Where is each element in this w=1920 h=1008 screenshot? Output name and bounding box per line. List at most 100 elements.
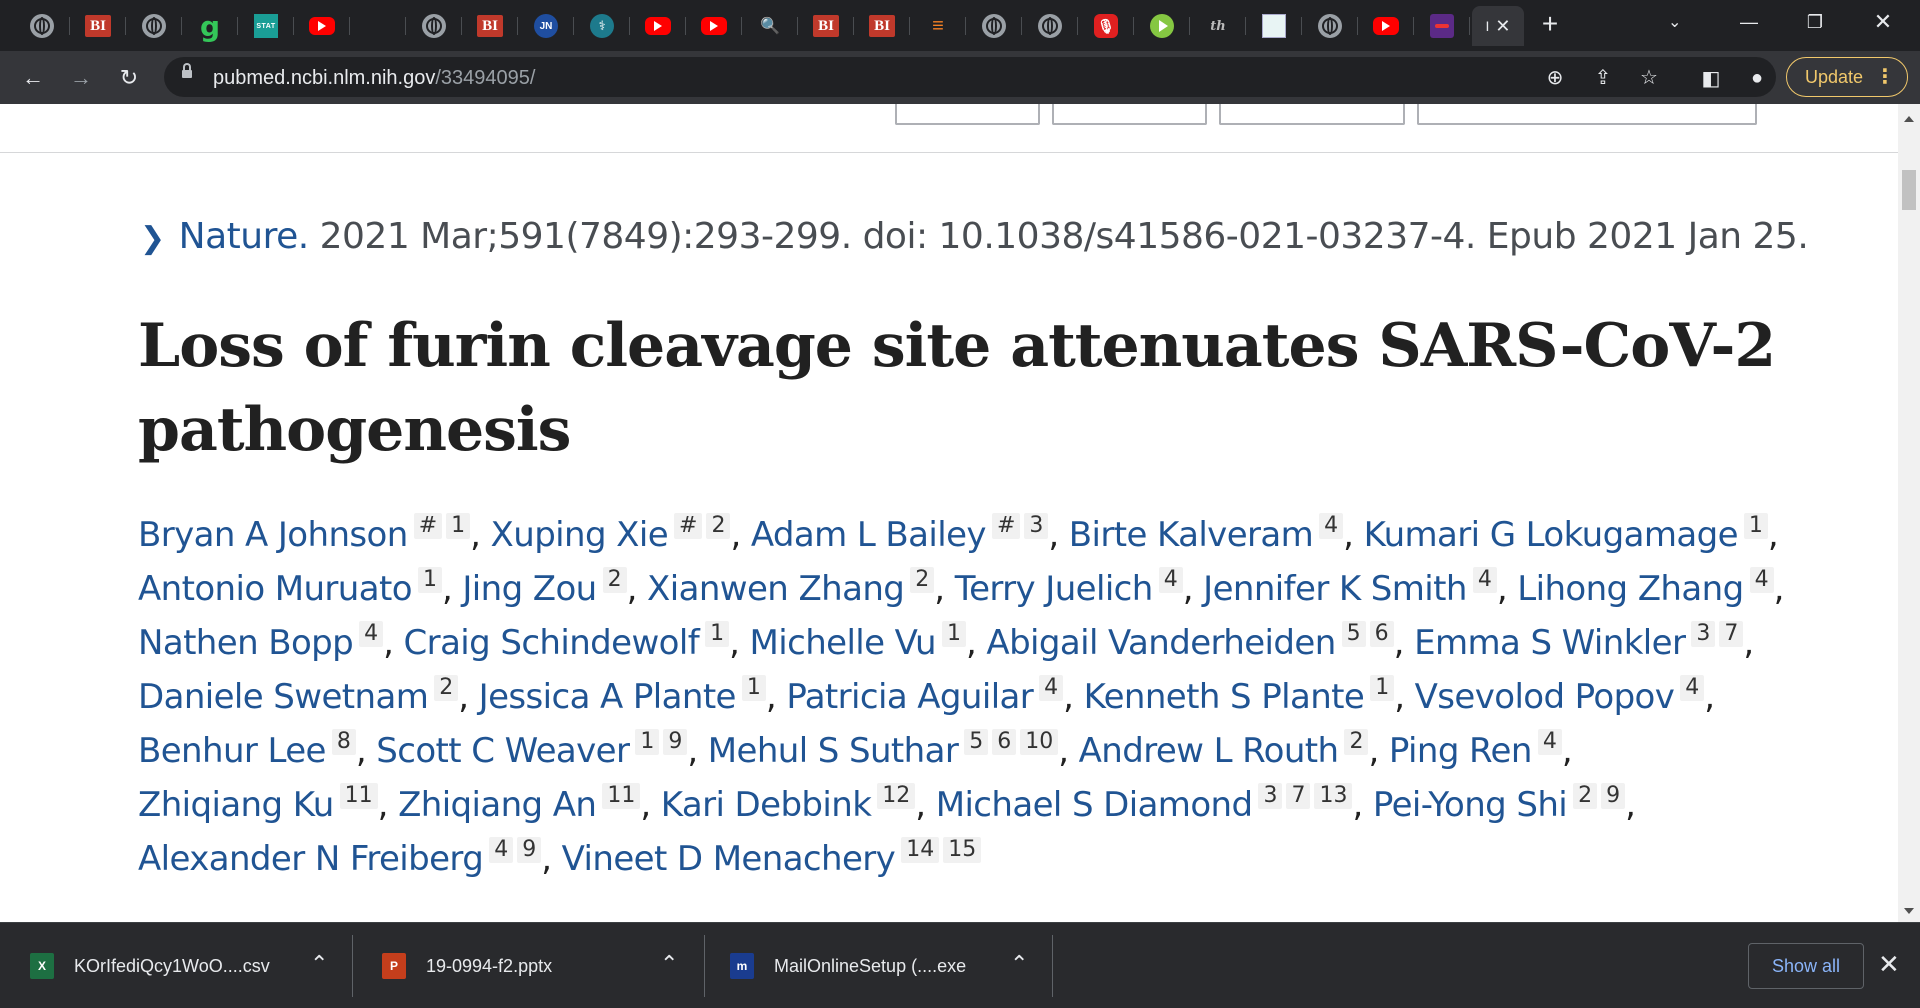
affiliation-badge[interactable]: 4	[359, 621, 384, 647]
affiliation-badge[interactable]: 15	[943, 837, 982, 863]
author-link[interactable]: Zhiqiang Ku	[138, 785, 334, 825]
author-link[interactable]: Alexander N Freiberg	[138, 839, 484, 879]
affiliation-badge[interactable]: 10	[1020, 729, 1059, 755]
page-action-button-2[interactable]	[1052, 104, 1207, 125]
author-link[interactable]: Vineet D Menachery	[562, 839, 896, 879]
browser-tab[interactable]: 🎙	[1078, 6, 1134, 46]
equal-contribution-badge[interactable]: #	[991, 513, 1021, 539]
affiliation-badge[interactable]: 1	[1370, 675, 1395, 701]
author-link[interactable]: Jessica A Plante	[479, 677, 737, 717]
browser-tab[interactable]	[350, 6, 406, 46]
affiliation-badge[interactable]: 1	[635, 729, 660, 755]
affiliation-badge[interactable]: 2	[910, 567, 935, 593]
chevron-up-icon[interactable]: ⌃	[660, 951, 678, 977]
address-bar[interactable]: pubmed.ncbi.nlm.nih.gov/33494095/ ⊕ ⇪ ☆	[164, 57, 1776, 97]
author-link[interactable]: Adam L Bailey	[751, 515, 987, 555]
browser-tab[interactable]: ≡	[910, 6, 966, 46]
profile-icon[interactable]: ●	[1740, 61, 1774, 95]
browser-tab[interactable]	[1302, 6, 1358, 46]
author-link[interactable]: Birte Kalveram	[1069, 515, 1314, 555]
browser-tab[interactable]: 🔍	[742, 6, 798, 46]
author-link[interactable]: Craig Schindewolf	[404, 623, 700, 663]
browser-tab[interactable]	[1134, 6, 1190, 46]
author-link[interactable]: Mehul S Suthar	[708, 731, 959, 771]
close-window-button[interactable]: ✕	[1850, 0, 1916, 44]
affiliation-badge[interactable]: 9	[663, 729, 688, 755]
affiliation-badge[interactable]: 2	[706, 513, 731, 539]
author-link[interactable]: Abigail Vanderheiden	[986, 623, 1336, 663]
author-link[interactable]: Kari Debbink	[661, 785, 872, 825]
author-link[interactable]: Zhiqiang An	[398, 785, 597, 825]
scroll-down-icon[interactable]	[1904, 908, 1914, 914]
scroll-up-icon[interactable]	[1904, 116, 1914, 122]
author-link[interactable]: Patricia Aguilar	[786, 677, 1033, 717]
browser-tab[interactable]	[406, 6, 462, 46]
chevron-right-icon[interactable]: ❯	[140, 221, 165, 256]
author-link[interactable]: Jing Zou	[462, 569, 597, 609]
affiliation-badge[interactable]: 2	[602, 567, 627, 593]
browser-tab[interactable]: g	[182, 6, 238, 46]
share-icon[interactable]: ⇪	[1590, 64, 1616, 90]
affiliation-badge[interactable]: 4	[1039, 675, 1064, 701]
browser-tab[interactable]	[1414, 6, 1470, 46]
author-link[interactable]: Antonio Muruato	[138, 569, 413, 609]
forward-button[interactable]: →	[64, 61, 98, 95]
chevron-up-icon[interactable]: ⌃	[1010, 951, 1028, 977]
affiliation-badge[interactable]: 12	[877, 783, 916, 809]
browser-tab[interactable]: BI	[798, 6, 854, 46]
author-link[interactable]: Xianwen Zhang	[647, 569, 905, 609]
affiliation-badge[interactable]: 3	[1258, 783, 1283, 809]
browser-tab[interactable]	[14, 6, 70, 46]
author-link[interactable]: Ping Ren	[1389, 731, 1533, 771]
new-tab-button[interactable]: +	[1535, 10, 1565, 40]
author-link[interactable]: Emma S Winkler	[1414, 623, 1686, 663]
download-item[interactable]: m MailOnlineSetup (....exe	[730, 923, 966, 1008]
affiliation-badge[interactable]: 14	[901, 837, 940, 863]
update-button[interactable]: Update ⋮	[1786, 57, 1908, 97]
affiliation-badge[interactable]: 8	[331, 729, 356, 755]
affiliation-badge[interactable]: 7	[1719, 621, 1744, 647]
browser-tab[interactable]	[1246, 6, 1302, 46]
affiliation-badge[interactable]: 9	[517, 837, 542, 863]
affiliation-badge[interactable]: 4	[489, 837, 514, 863]
affiliation-badge[interactable]: 4	[1749, 567, 1774, 593]
bookmark-star-icon[interactable]: ☆	[1636, 64, 1662, 90]
back-button[interactable]: ←	[16, 61, 50, 95]
download-item[interactable]: P 19-0994-f2.pptx	[382, 923, 552, 1008]
page-action-button-1[interactable]	[895, 104, 1040, 125]
affiliation-badge[interactable]: 4	[1158, 567, 1183, 593]
author-link[interactable]: Bryan A Johnson	[138, 515, 408, 555]
affiliation-badge[interactable]: 1	[1743, 513, 1768, 539]
author-link[interactable]: Xuping Xie	[491, 515, 669, 555]
affiliation-badge[interactable]: 6	[1369, 621, 1394, 647]
download-item[interactable]: X KOrIfediQcy1WoO....csv	[30, 923, 270, 1008]
browser-tab[interactable]: th	[1190, 6, 1246, 46]
affiliation-badge[interactable]: 1	[705, 621, 730, 647]
affiliation-badge[interactable]: 6	[992, 729, 1017, 755]
affiliation-badge[interactable]: 1	[941, 621, 966, 647]
affiliation-badge[interactable]: 9	[1601, 783, 1626, 809]
minimize-button[interactable]: —	[1716, 0, 1782, 44]
browser-tab[interactable]: STAT	[238, 6, 294, 46]
restore-button[interactable]: ❐	[1782, 0, 1848, 44]
author-link[interactable]: Terry Juelich	[955, 569, 1154, 609]
affiliation-badge[interactable]: 3	[1024, 513, 1049, 539]
active-tab[interactable]: I ✕	[1472, 6, 1524, 46]
affiliation-badge[interactable]: 5	[1341, 621, 1366, 647]
page-scrollbar[interactable]	[1898, 104, 1920, 922]
author-link[interactable]: Benhur Lee	[138, 731, 326, 771]
page-action-button-3[interactable]	[1219, 104, 1405, 125]
browser-tab[interactable]: BI	[70, 6, 126, 46]
affiliation-badge[interactable]: 2	[1573, 783, 1598, 809]
browser-tab[interactable]: BI	[462, 6, 518, 46]
browser-tab[interactable]	[294, 6, 350, 46]
journal-link[interactable]: Nature.	[179, 216, 310, 257]
reload-button[interactable]: ↻	[112, 61, 146, 95]
author-link[interactable]: Jennifer K Smith	[1203, 569, 1467, 609]
affiliation-badge[interactable]: 11	[339, 783, 378, 809]
browser-tab[interactable]: JN	[518, 6, 574, 46]
equal-contribution-badge[interactable]: #	[674, 513, 703, 539]
affiliation-badge[interactable]: 1	[741, 675, 766, 701]
menu-dots-icon[interactable]: ⋮	[1875, 58, 1895, 96]
browser-tab[interactable]	[966, 6, 1022, 46]
